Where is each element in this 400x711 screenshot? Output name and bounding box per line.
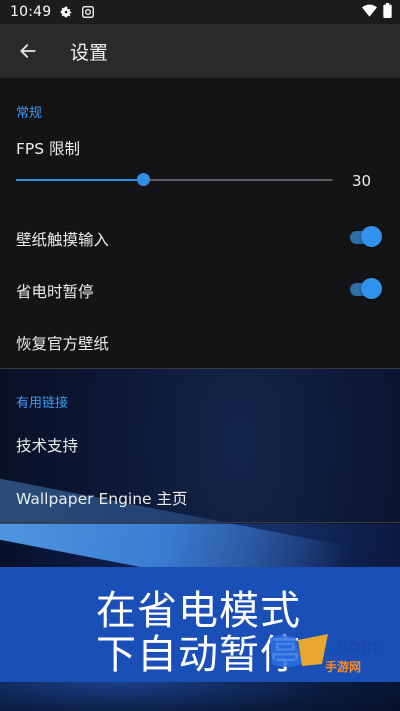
screenshot-icon — [81, 5, 95, 19]
watermark-domain: .com — [332, 636, 379, 658]
homepage-link[interactable]: Wallpaper Engine 主页 — [16, 487, 188, 509]
restore-official-wallpapers[interactable]: 恢复官方壁纸 — [16, 332, 109, 354]
fps-slider-thumb[interactable] — [136, 173, 150, 186]
touch-input-label[interactable]: 壁纸触摸输入 — [16, 228, 109, 250]
battery-icon — [383, 2, 392, 22]
wifi-icon — [362, 4, 377, 21]
toggle-thumb — [361, 278, 382, 299]
section-divider — [0, 522, 400, 523]
back-button[interactable] — [0, 24, 56, 78]
app-bar: 设置 — [0, 24, 400, 78]
section-header-links: 有用链接 — [16, 396, 69, 411]
power-save-pause-toggle[interactable] — [350, 278, 382, 300]
watermark-subtitle: 手游网 — [325, 660, 362, 674]
section-header-general: 常规 — [16, 106, 43, 121]
settings-gear-icon — [59, 5, 73, 19]
fps-slider[interactable] — [16, 173, 333, 186]
general-settings-panel — [0, 78, 400, 369]
tech-support-link[interactable]: 技术支持 — [16, 434, 78, 456]
fps-value: 30 — [352, 172, 372, 190]
fps-slider-fill — [16, 179, 143, 181]
status-bar: 10:49 — [0, 0, 400, 24]
arrow-left-icon — [20, 44, 36, 58]
fps-limit-label: FPS 限制 — [16, 140, 81, 158]
page-title: 设置 — [70, 41, 109, 64]
section-divider — [0, 368, 400, 369]
touch-input-toggle[interactable] — [350, 226, 382, 248]
power-save-pause-label[interactable]: 省电时暂停 — [16, 280, 94, 302]
status-time: 10:49 — [10, 4, 52, 20]
toggle-thumb — [361, 226, 382, 247]
